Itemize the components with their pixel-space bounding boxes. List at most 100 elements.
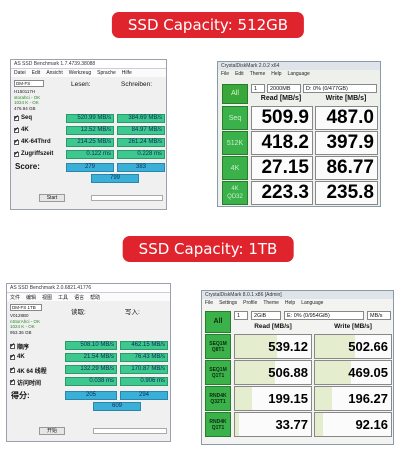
checkbox-icon[interactable] [14,150,19,157]
4k-read-value: 12.52 MB/s [66,126,114,135]
as-ssd-window-1tb: AS SSD Benchmark 2.0.6821.41776 文件 编辑 视图… [6,283,171,442]
size-select[interactable]: 2000MB [267,84,301,93]
menu-item-view[interactable]: 视图 [42,294,52,301]
drive-select[interactable]: DM-FS [14,80,44,87]
window-title: AS SSD Benchmark 2.0.6821.41776 [7,284,170,293]
all-button[interactable]: All [205,311,231,333]
score-total: 609 [93,402,141,411]
512k-button[interactable]: 512K [222,131,248,155]
score-total: 799 [91,174,139,183]
checkbox-icon[interactable] [10,353,15,360]
all-button[interactable]: All [222,84,248,104]
runs-select[interactable]: 1 [251,84,265,93]
menu-bar: Datei Edit Ansicht Werkzeug Sprache Hilf… [11,69,166,77]
drive-size: 953.36 GB [10,329,32,335]
4k-qd32-button[interactable]: 4K QD32 [222,181,248,205]
row-4k-label[interactable]: 4K [14,126,29,133]
checkbox-icon[interactable] [14,126,19,133]
menu-item-language[interactable]: Sprache [97,70,116,76]
score-read: 205 [65,391,117,400]
rnd4k-q32t1-read-value: 199.15 [234,386,312,411]
menu-item-tools[interactable]: 工具 [58,294,68,301]
seq1m-q8t1-write-value: 502.66 [314,334,392,359]
rnd4k-q32t1-write-value: 196.27 [314,386,392,411]
seq1m-q8t1-read-value: 539.12 [234,334,312,359]
menu-item-theme[interactable]: Theme [250,71,266,77]
4k64-read-value: 132.29 MB/s [65,365,117,374]
menu-item-settings[interactable]: Settings [219,300,237,306]
write-header: Write [MB/s] [334,323,372,330]
row-4k64-label[interactable]: 4K 64 线程 [10,366,47,375]
seq1m-q1t1-read-value: 506.88 [234,360,312,385]
menu-item-language[interactable]: Language [301,300,323,306]
rnd4k-q1t1-button[interactable]: RND4K Q1T1 [205,412,231,437]
checkbox-icon[interactable] [10,342,15,349]
score-write: 294 [120,391,168,400]
menu-item-view[interactable]: Ansicht [46,70,62,76]
drive-select[interactable]: DM-FS 1TB [10,304,42,311]
menu-item-file[interactable]: File [205,300,213,306]
menu-item-help[interactable]: Help [285,300,295,306]
access-read-value: 0.038 ms [65,377,117,386]
menu-item-help[interactable]: Hilfe [122,70,132,76]
checkbox-icon[interactable] [10,378,15,385]
start-button[interactable]: Start [39,194,65,202]
menu-item-language[interactable]: 语言 [74,294,84,301]
row-access-label[interactable]: 访问时间 [10,378,41,387]
seq-write-value: 462.15 MB/s [120,341,168,350]
checkbox-icon[interactable] [14,114,19,121]
checkbox-icon[interactable] [14,138,19,145]
row-seq-label[interactable]: Seq [14,114,32,121]
rnd4k-q32t1-button[interactable]: RND4K Q32T1 [205,386,231,411]
rnd4k-q1t1-read-value: 33.77 [234,412,312,437]
window-title: CrystalDiskMark 2.0.2 x64 [218,62,380,70]
seq-button[interactable]: Seq [222,106,248,130]
row-4k64-label[interactable]: 4K-64Thrd [14,138,51,145]
checkbox-icon[interactable] [10,366,15,373]
start-button[interactable]: 开始 [39,427,65,435]
access-write-value: 0.228 ms [117,150,165,159]
capacity-banner-512gb: SSD Capacity: 512GB [111,12,305,38]
menu-item-profile[interactable]: Profile [243,300,257,306]
4k-write-value: 84.97 MB/s [117,126,165,135]
menu-item-file[interactable]: 文件 [10,294,20,301]
512k-read-value: 418.2 [251,131,313,155]
unit-select[interactable]: MB/s [367,311,391,320]
capacity-banner-1tb: SSD Capacity: 1TB [122,236,294,262]
drive-info: H150117H storahci - OK 1024 K - OK 476.9… [14,89,44,111]
seq1m-q1t1-button[interactable]: SEQ1M Q1T1 [205,360,231,385]
4k64-write-value: 170.87 MB/s [120,365,168,374]
4k-button[interactable]: 4K [222,156,248,180]
write-fill-bar [315,413,323,436]
menu-item-language[interactable]: Language [288,71,310,77]
score-write: 383 [117,163,165,172]
score-read: 279 [66,163,114,172]
row-access-label[interactable]: Zugriffszeit [14,150,53,157]
menu-item-edit[interactable]: 编辑 [26,294,36,301]
seq1m-q8t1-button[interactable]: SEQ1M Q8T1 [205,334,231,359]
4k-qd32-write-value: 235.8 [315,181,378,205]
menu-item-tools[interactable]: Werkzeug [69,70,91,76]
row-seq-label[interactable]: 顺序 [10,342,29,351]
menu-item-edit[interactable]: Edit [32,70,41,76]
size-select[interactable]: 2GiB [251,311,281,320]
4k-qd32-read-value: 223.3 [251,181,313,205]
write-fill-bar [315,361,352,384]
menu-item-help[interactable]: 帮助 [90,294,100,301]
row-4k-label[interactable]: 4K [10,353,25,360]
write-header: Write [MB/s] [325,95,367,102]
drive-select[interactable]: D: 0% (0/477GB) [303,84,377,93]
4k64-write-value: 261.24 MB/s [117,138,165,147]
menu-item-file[interactable]: File [221,71,229,77]
as-ssd-window-512gb: AS SSD Benchmark 1.7.4739.38088 Datei Ed… [10,59,167,210]
runs-select[interactable]: 1 [234,311,248,320]
score-label: Score: [15,162,40,171]
menu-item-edit[interactable]: Edit [235,71,244,77]
read-header: Lesen: [71,81,91,88]
drive-select[interactable]: E: 0% (0/954GiB) [284,311,364,320]
menu-item-file[interactable]: Datei [14,70,26,76]
write-header: 写入: [125,309,140,316]
menu-item-theme[interactable]: Theme [263,300,279,306]
menu-item-help[interactable]: Help [271,71,281,77]
4k-read-value: 27.15 [251,156,313,180]
